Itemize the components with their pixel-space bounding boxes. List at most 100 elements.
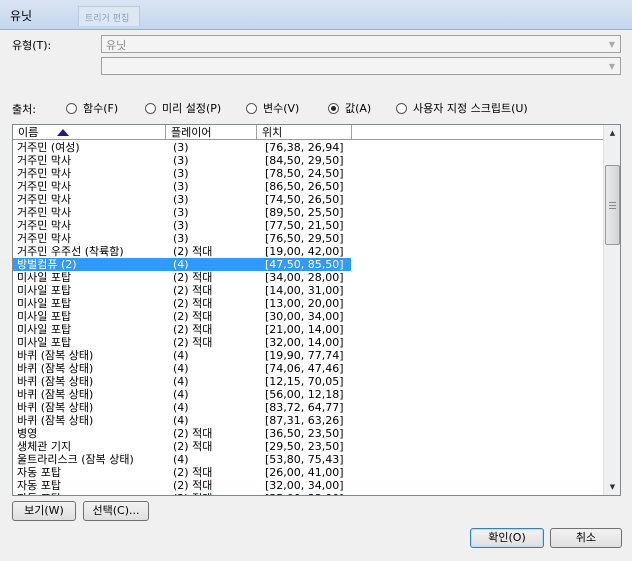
cell-name: 거주민 (여성): [17, 141, 80, 154]
chevron-down-icon: ▼: [608, 39, 616, 49]
view-button[interactable]: 보기(W): [12, 501, 76, 521]
table-row[interactable]: 미사일 포탑 (2) 적대 [13,00, 20,00]: [13, 297, 604, 310]
type-combo[interactable]: 유닛 ▼: [101, 35, 621, 53]
select-button[interactable]: 선택(C)...: [83, 501, 149, 521]
radio-checked-icon: [328, 102, 339, 114]
cell-player: (4): [173, 388, 189, 401]
cell-player: (2) 적대: [173, 297, 213, 310]
title-bar: 유닛 트리거 편집기: [0, 0, 632, 30]
cell-position: [36,50, 23,50]: [265, 427, 344, 440]
table-row[interactable]: 거주민 (여성) (3) [76,38, 26,94]: [13, 141, 604, 154]
table-row[interactable]: 바퀴 (잠복 상태) (4) [87,31, 63,26]: [13, 414, 604, 427]
table-row[interactable]: 미사일 포탑 (2) 적대 [34,00, 28,00]: [13, 271, 604, 284]
table-row[interactable]: 미사일 포탑 (2) 적대 [30,00, 34,00]: [13, 310, 604, 323]
source-radio-0[interactable]: 함수(F): [66, 100, 118, 116]
cell-position: [76,50, 29,50]: [265, 232, 344, 245]
cell-player: (3): [173, 154, 189, 167]
table-row[interactable]: 바퀴 (잠복 상태) (4) [56,00, 12,18]: [13, 388, 604, 401]
cell-name: 거주민 막사: [17, 219, 72, 232]
background-window-tab: 트리거 편집기: [78, 6, 140, 26]
source-radio-label: 변수(V): [263, 102, 300, 115]
scroll-down-arrow-icon[interactable]: ▼: [605, 479, 620, 495]
table-row[interactable]: 자동 포탑 (2) 적대 [26,00, 41,00]: [13, 466, 604, 479]
type-label: 유형(T):: [12, 39, 52, 52]
source-radio-1[interactable]: 미리 설정(P): [145, 100, 221, 116]
cell-name: 거주민 막사: [17, 167, 72, 180]
table-row[interactable]: 거주민 막사 (3) [84,50, 29,50]: [13, 154, 604, 167]
value-list[interactable]: 이름 플레이어 위치 거주민 (여성) (3) [76,38, 26,94] 거주민 …: [12, 124, 621, 496]
cell-position: [74,06, 47,46]: [265, 362, 344, 375]
table-row[interactable]: 거주민 막사 (3) [78,50, 24,50]: [13, 167, 604, 180]
table-row[interactable]: 울트라리스크 (잠복 상태) (4) [53,80, 75,43]: [13, 453, 604, 466]
cell-player: (2) 적대: [173, 284, 213, 297]
cancel-button[interactable]: 취소: [550, 528, 622, 548]
radio-unchecked-icon: [246, 102, 257, 114]
cell-player: (3): [173, 232, 189, 245]
cell-position: [14,00, 31,00]: [265, 284, 344, 297]
source-radio-label: 미리 설정(P): [162, 102, 222, 115]
table-row[interactable]: 바퀴 (잠복 상태) (4) [83,72, 64,77]: [13, 401, 604, 414]
cell-name: 거주민 막사: [17, 154, 72, 167]
cell-player: (2) 적대: [173, 427, 213, 440]
table-row[interactable]: 미사일 포탑 (2) 적대 [32,00, 14,00]: [13, 336, 604, 349]
cell-name: 바퀴 (잠복 상태): [17, 388, 94, 401]
sub-type-combo[interactable]: ▼: [101, 57, 621, 75]
table-row[interactable]: 미사일 포탑 (2) 적대 [21,00, 14,00]: [13, 323, 604, 336]
cell-name: 바퀴 (잠복 상태): [17, 375, 94, 388]
table-row[interactable]: 거주민 막사 (3) [76,50, 29,50]: [13, 232, 604, 245]
scrollbar-thumb[interactable]: [605, 165, 620, 245]
table-row[interactable]: 병영 (2) 적대 [36,50, 23,50]: [13, 427, 604, 440]
cell-position: [47,50, 85,50]: [265, 258, 344, 271]
table-row[interactable]: 바퀴 (잠복 상태) (4) [19,90, 77,74]: [13, 349, 604, 362]
source-radio-label: 사용자 지정 스크립트(U): [413, 102, 528, 115]
cell-name: 거주민 막사: [17, 193, 72, 206]
ok-button[interactable]: 확인(O): [470, 528, 544, 548]
source-radio-4[interactable]: 사용자 지정 스크립트(U): [396, 100, 528, 116]
cell-player: (4): [173, 349, 189, 362]
list-header: 이름 플레이어 위치: [13, 125, 604, 140]
cell-name: 자동 포탑: [17, 479, 61, 492]
table-row[interactable]: 미사일 포탑 (2) 적대 [14,00, 31,00]: [13, 284, 604, 297]
scroll-up-arrow-icon[interactable]: ▲: [605, 125, 620, 141]
cell-name: 울트라리스크 (잠복 상태): [17, 453, 134, 466]
cell-position: [74,50, 26,50]: [265, 193, 344, 206]
cell-name: 생체관 기지: [17, 440, 72, 453]
table-row[interactable]: 거주민 우주선 (착륙함) (2) 적대 [19,00, 42,00]: [13, 245, 604, 258]
cell-player: (2) 적대: [173, 336, 213, 349]
cell-player: (3): [173, 167, 189, 180]
cell-name: 자동 포탑: [17, 466, 61, 479]
table-row[interactable]: 자동 포탑 (2) 적대[35,00, 33,00]: [13, 492, 604, 495]
vertical-scrollbar[interactable]: ▲ ▼: [603, 125, 620, 495]
table-row[interactable]: 거주민 막사 (3) [74,50, 26,50]: [13, 193, 604, 206]
table-row[interactable]: 방벌컴퓨 (2) (4) [47,50, 85,50]: [13, 258, 351, 271]
cell-position: [78,50, 24,50]: [265, 167, 344, 180]
table-row[interactable]: 바퀴 (잠복 상태) (4) [74,06, 47,46]: [13, 362, 604, 375]
cell-player: (4): [173, 258, 189, 271]
cell-player: (4): [173, 401, 189, 414]
cell-name: 거주민 막사: [17, 232, 72, 245]
cell-player: (3): [173, 206, 189, 219]
cell-player: (2) 적대: [173, 492, 263, 495]
source-radio-3[interactable]: 값(A): [328, 100, 371, 116]
cell-position: [19,90, 77,74]: [265, 349, 344, 362]
table-row[interactable]: 자동 포탑 (2) 적대 [32,00, 34,00]: [13, 479, 604, 492]
table-row[interactable]: 거주민 막사 (3) [77,50, 21,50]: [13, 219, 604, 232]
source-radio-label: 함수(F): [83, 102, 119, 115]
cell-name: 거주민 막사: [17, 206, 72, 219]
table-row[interactable]: 거주민 막사 (3) [86,50, 26,50]: [13, 180, 604, 193]
cell-player: (3): [173, 141, 189, 154]
table-row[interactable]: 거주민 막사 (3) [89,50, 25,50]: [13, 206, 604, 219]
cell-name: 바퀴 (잠복 상태): [17, 414, 94, 427]
cell-player: (4): [173, 362, 189, 375]
column-header-name[interactable]: 이름: [13, 125, 166, 140]
cell-name: 자동 포탑: [17, 492, 169, 495]
window-title: 유닛: [10, 9, 33, 23]
source-radio-2[interactable]: 변수(V): [246, 100, 299, 116]
cell-player: (4): [173, 453, 189, 466]
column-header-position[interactable]: 위치: [257, 125, 352, 140]
table-row[interactable]: 생체관 기지 (2) 적대 [29,50, 23,50]: [13, 440, 604, 453]
table-row[interactable]: 바퀴 (잠복 상태) (4) [12,15, 70,05]: [13, 375, 604, 388]
radio-unchecked-icon: [396, 102, 407, 114]
column-header-player[interactable]: 플레이어: [166, 125, 257, 140]
cell-player: (4): [173, 414, 189, 427]
